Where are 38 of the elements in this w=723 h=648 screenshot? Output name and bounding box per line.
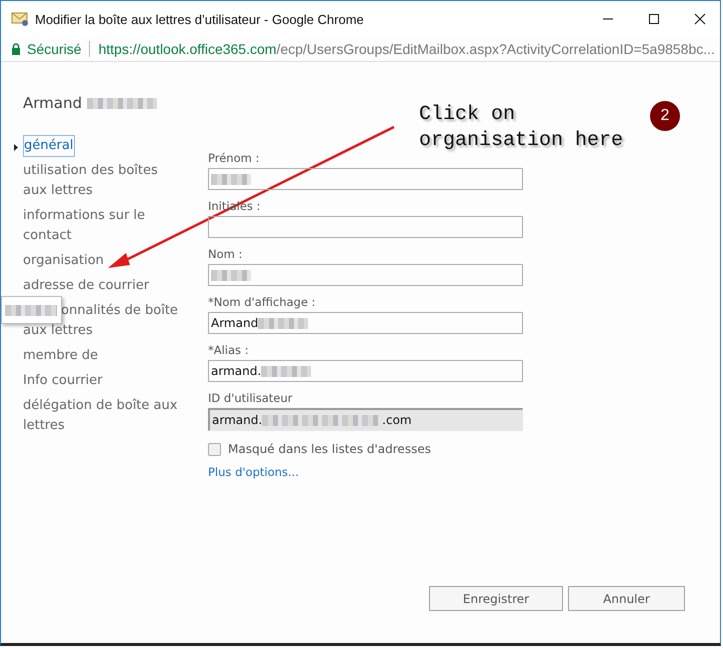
input-field[interactable]: armand.: [208, 360, 523, 382]
redacted-text: [258, 318, 308, 328]
input-field[interactable]: Armand: [208, 312, 523, 334]
mail-icon: [11, 12, 29, 26]
security-label: Sécurisé: [27, 41, 82, 57]
field-label: *Nom d'affichage :: [208, 295, 316, 311]
cancel-button[interactable]: Annuler: [568, 586, 685, 611]
annotation-text: Click on organisation here: [419, 102, 624, 154]
more-options-link[interactable]: Plus d'options...: [208, 465, 299, 479]
redacted-text: [5, 304, 57, 316]
sidebar-item[interactable]: délégation de boîte aux lettres: [23, 395, 183, 440]
input-field[interactable]: [208, 216, 523, 238]
field-label: *Alias :: [208, 343, 249, 359]
user-name: Armand: [23, 94, 82, 112]
sidebar-item[interactable]: Info courrier: [23, 370, 102, 395]
checkbox[interactable]: [208, 442, 221, 456]
url-text[interactable]: https://outlook.office365.com/ecp/UsersGroups/EditMailbox.aspx?ActivityCorrelationID=5a9858bc...: [98, 41, 715, 57]
save-button[interactable]: Enregistrer: [429, 586, 563, 611]
close-icon[interactable]: [694, 13, 706, 25]
step-badge: 2: [650, 101, 680, 131]
window-title: Modifier la boîte aux lettres d’utilisateur - Google Chrome: [35, 12, 365, 26]
sidebar-item[interactable]: général: [23, 135, 76, 157]
field-label: Prénom :: [208, 151, 260, 167]
redacted-text: [211, 270, 251, 280]
input-field: armand. .com: [208, 408, 523, 431]
sidebar-item[interactable]: organisation: [23, 250, 104, 275]
caret-icon: [14, 144, 18, 151]
maximize-icon[interactable]: [648, 13, 660, 25]
sidebar-item[interactable]: membre de: [23, 345, 98, 370]
input-field[interactable]: [208, 264, 523, 286]
field-label: Nom :: [208, 247, 242, 263]
checkbox-label: Masqué dans les listes d'adresses: [228, 442, 431, 456]
sidebar-item[interactable]: adresse de courrier: [23, 275, 150, 300]
redacted-text: [211, 174, 251, 184]
field-label: ID d'utilisateur: [208, 391, 292, 407]
redacted-text: [261, 366, 312, 376]
input-field[interactable]: [208, 168, 523, 190]
lock-icon: [11, 43, 21, 55]
